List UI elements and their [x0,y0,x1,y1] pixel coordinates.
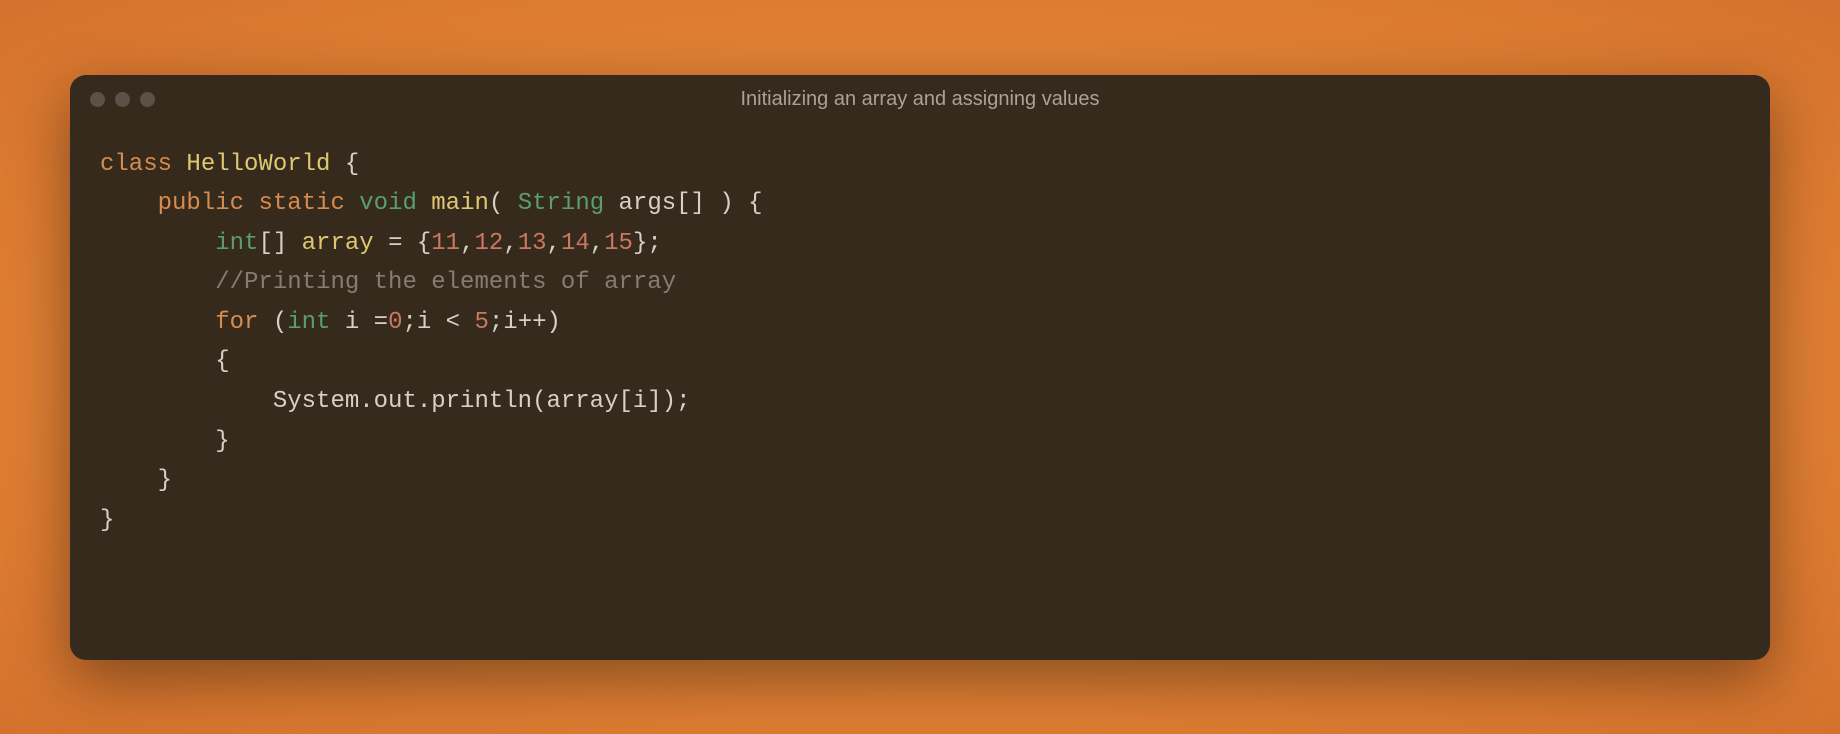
code-line: public static void main( String args[] )… [100,184,1740,224]
code-token: //Printing the elements of array [215,269,676,296]
code-token: class [100,151,186,178]
code-token: 0 [388,309,402,336]
code-line: class HelloWorld { [100,145,1740,185]
code-token: HelloWorld [186,151,330,178]
code-token: } [158,467,172,494]
code-token: ( [489,190,518,217]
code-token: args[] ) { [604,190,762,217]
code-token: main [431,190,489,217]
code-token: void [359,190,431,217]
code-token: 13 [518,230,547,257]
code-token: 11 [431,230,460,257]
code-token: ( [273,309,287,336]
code-token: i = [330,309,388,336]
code-editor[interactable]: class HelloWorld { public static void ma… [70,125,1770,561]
code-token: }; [633,230,662,257]
code-line: { [100,342,1740,382]
code-token: 12 [475,230,504,257]
code-token: = { [374,230,432,257]
code-line: } [100,422,1740,462]
traffic-lights [90,92,155,107]
code-token: } [100,507,114,534]
code-token: ;i < [402,309,474,336]
code-line: for (int i =0;i < 5;i++) [100,303,1740,343]
code-line: System.out.println(array[i]); [100,382,1740,422]
maximize-icon[interactable] [140,92,155,107]
code-line: //Printing the elements of array [100,263,1740,303]
code-token: for [215,309,273,336]
minimize-icon[interactable] [115,92,130,107]
code-token: public [158,190,259,217]
close-icon[interactable] [90,92,105,107]
window-title: Initializing an array and assigning valu… [740,88,1099,111]
code-line: } [100,501,1740,541]
code-window: Initializing an array and assigning valu… [70,75,1770,660]
code-token: static [258,190,359,217]
code-token: [] [258,230,301,257]
code-token: int [287,309,330,336]
code-token: , [503,230,517,257]
code-token: 5 [474,309,488,336]
code-token: 14 [561,230,590,257]
code-token: , [547,230,561,257]
code-token: , [590,230,604,257]
code-line: } [100,461,1740,501]
window-titlebar: Initializing an array and assigning valu… [70,75,1770,125]
code-token: System.out.println(array[i]); [273,388,691,415]
code-line: int[] array = {11,12,13,14,15}; [100,224,1740,264]
code-token: ;i++) [489,309,561,336]
code-token: { [215,348,229,375]
code-token: , [460,230,474,257]
code-token: 15 [604,230,633,257]
code-token: } [215,428,229,455]
code-token: String [518,190,604,217]
code-token: array [302,230,374,257]
code-token: { [330,151,359,178]
code-token: int [215,230,258,257]
